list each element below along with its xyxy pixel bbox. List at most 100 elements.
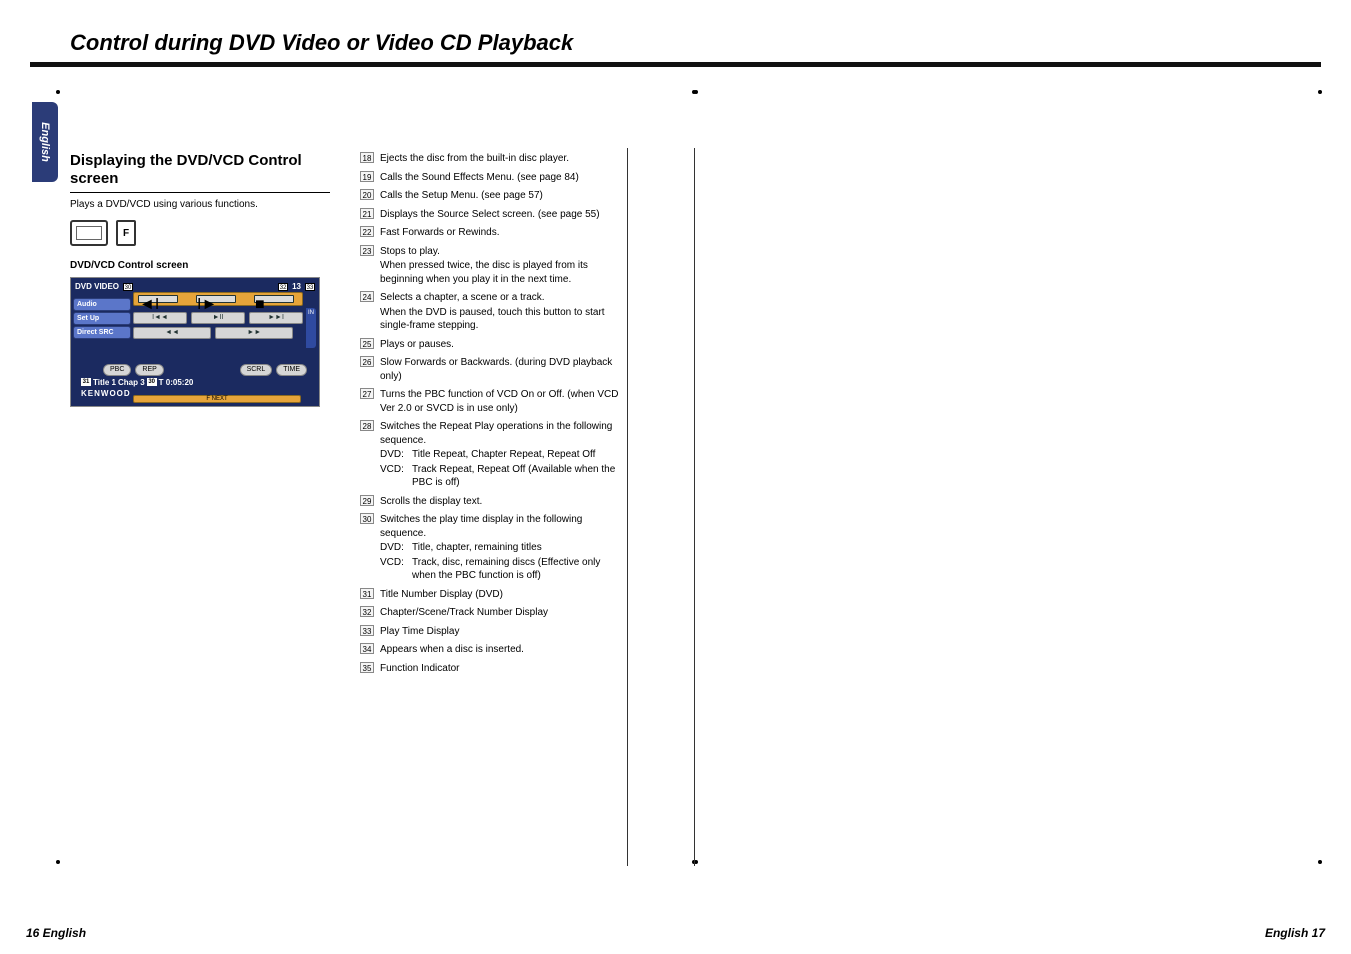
sub-value: Track Repeat, Repeat Off (Available when… — [412, 463, 620, 490]
figure-top-button-band: ◄I I► ■ — [133, 292, 303, 306]
description-item-text: Calls the Sound Effects Menu. (see page … — [380, 171, 620, 185]
footer-right-page: English 17 — [1265, 926, 1325, 940]
figure-in-indicator: IN — [306, 308, 316, 348]
description-item-number: 23 — [360, 245, 374, 256]
description-item-number: 30 — [360, 513, 374, 524]
description-item-number: 33 — [360, 625, 374, 636]
figure-callout-32: 32 — [278, 283, 288, 291]
sub-key: DVD: — [380, 448, 408, 462]
dvd-vcd-control-screen-figure: DVD VIDEO 30 32 13 33 Audio Set Up Direc… — [70, 277, 320, 407]
figure-callout-30: 30 — [123, 283, 133, 291]
description-item-number: 18 — [360, 152, 374, 163]
figure-title-label: DVD VIDEO — [75, 282, 119, 291]
crop-mark-bottom-left-spread — [56, 860, 696, 866]
sub-value: Track, disc, remaining discs (Effective … — [412, 556, 620, 583]
description-item-body: Title Number Display (DVD) — [380, 588, 620, 602]
description-item: 20Calls the Setup Menu. (see page 57) — [360, 189, 620, 203]
page-title: Control during DVD Video or Video CD Pla… — [70, 30, 1321, 56]
description-item-text: Ejects the disc from the built-in disc p… — [380, 152, 620, 166]
description-item-text: Switches the play time display in the fo… — [380, 513, 620, 540]
column-divider-2 — [694, 148, 695, 866]
description-item: 24 Selects a chapter, a scene or a track.… — [360, 291, 620, 333]
description-item-number: 28 — [360, 420, 374, 431]
description-item-body: Plays or pauses. — [380, 338, 620, 352]
description-item-subline: DVD:Title, chapter, remaining titles — [380, 541, 620, 555]
description-item-number: 32 — [360, 606, 374, 617]
figure-transport-btn: I► — [196, 295, 236, 303]
description-item: 33Play Time Display — [360, 625, 620, 639]
description-item-body: Displays the Source Select screen. (see … — [380, 208, 620, 222]
description-item-number: 34 — [360, 643, 374, 654]
description-item-number: 26 — [360, 356, 374, 367]
sub-value: Title, chapter, remaining titles — [412, 541, 542, 555]
description-item-number: 21 — [360, 208, 374, 219]
description-item-subline: DVD: Title Repeat, Chapter Repeat, Repeat… — [380, 448, 620, 462]
description-item-text: Title Number Display (DVD) — [380, 588, 620, 602]
f-key-icon: F — [116, 220, 136, 246]
description-item-body: Ejects the disc from the built-in disc p… — [380, 152, 620, 166]
figure-prev-chapter-button: I◄◄ — [133, 312, 187, 324]
description-item: 27 Turns the PBC function of VCD On or Of… — [360, 388, 620, 415]
language-tab-label: English — [39, 122, 51, 162]
screen-icon — [70, 220, 108, 246]
description-item-number: 19 — [360, 171, 374, 182]
description-item: 26Slow Forwards or Backwards. (during DV… — [360, 356, 620, 383]
description-item-text: Scrolls the display text. — [380, 495, 620, 509]
description-item-body: Switches the play time display in the fo… — [380, 513, 620, 583]
figure-transport-btn: ■ — [254, 295, 294, 303]
description-item-text: Switches the Repeat Play operations in t… — [380, 420, 620, 447]
figure-callout-33: 33 — [305, 283, 315, 291]
description-item: 34Appears when a disc is inserted. — [360, 643, 620, 657]
description-item-body: Fast Forwards or Rewinds. — [380, 226, 620, 240]
description-item-text: Selects a chapter, a scene or a track. — [380, 291, 620, 305]
figure-chapter-number: Chap 3 — [118, 378, 145, 389]
description-item-body: Function Indicator — [380, 662, 620, 676]
description-item-number: 20 — [360, 189, 374, 200]
description-item: 29Scrolls the display text. — [360, 495, 620, 509]
description-item-text: Displays the Source Select screen. (see … — [380, 208, 620, 222]
description-item-text: Plays or pauses. — [380, 338, 620, 352]
description-item-number: 27 — [360, 388, 374, 399]
figure-callout-31: 31 — [81, 378, 91, 386]
description-item: 35 Function Indicator — [360, 662, 620, 676]
figure-rewind-button: ◄◄ — [133, 327, 211, 339]
description-item-body: Selects a chapter, a scene or a track.Wh… — [380, 291, 620, 333]
section-header: Displaying the DVD/VCD Control screen — [70, 152, 330, 193]
description-item: 31 Title Number Display (DVD) — [360, 588, 620, 602]
crop-mark-bottom-right-spread — [694, 860, 1322, 866]
description-item: 28 Switches the Repeat Play operations in… — [360, 420, 620, 490]
description-item-number: 25 — [360, 338, 374, 349]
description-item-subline: VCD:Track Repeat, Repeat Off (Available … — [380, 463, 620, 490]
sub-key: VCD: — [380, 463, 408, 490]
sub-value: Title Repeat, Chapter Repeat, Repeat Off — [412, 448, 595, 462]
description-item-number: 31 — [360, 588, 374, 599]
description-item: 19 Calls the Sound Effects Menu. (see pag… — [360, 171, 620, 185]
description-item-text: Turns the PBC function of VCD On or Off.… — [380, 388, 620, 415]
description-item: 25 Plays or pauses. — [360, 338, 620, 352]
figure-play-time: T 0:05:20 — [159, 378, 194, 389]
description-item-extra: When pressed twice, the disc is played f… — [380, 259, 620, 286]
section-intro: Plays a DVD/VCD using various functions. — [70, 199, 330, 210]
description-item-number: 24 — [360, 291, 374, 302]
figure-rep-pill: REP — [135, 364, 163, 376]
description-item-number: 22 — [360, 226, 374, 237]
figure-pbc-pill: PBC — [103, 364, 131, 376]
figure-fnext-band: F NEXT — [133, 395, 301, 403]
description-item: 21 Displays the Source Select screen. (se… — [360, 208, 620, 222]
description-item-text: Stops to play. — [380, 245, 620, 259]
figure-next-chapter-button: ►►I — [249, 312, 303, 324]
sub-key: VCD: — [380, 556, 408, 583]
description-item-text: Function Indicator — [380, 662, 620, 676]
description-item-text: Fast Forwards or Rewinds. — [380, 226, 620, 240]
figure-audio-button: Audio — [73, 298, 131, 311]
figure-setup-button: Set Up — [73, 312, 131, 325]
figure-direct-src-button: Direct SRC — [73, 326, 131, 339]
description-item-body: Scrolls the display text. — [380, 495, 620, 509]
description-item: 30 Switches the play time display in the … — [360, 513, 620, 583]
description-item-body: Stops to play.When pressed twice, the di… — [380, 245, 620, 287]
language-tab: English — [32, 102, 58, 182]
figure-transport-btn: ◄I — [138, 295, 178, 303]
description-item-extra: When the DVD is paused, touch this butto… — [380, 306, 620, 333]
figure-callout-30b: 30 — [147, 378, 157, 386]
description-item-number: 35 — [360, 662, 374, 673]
